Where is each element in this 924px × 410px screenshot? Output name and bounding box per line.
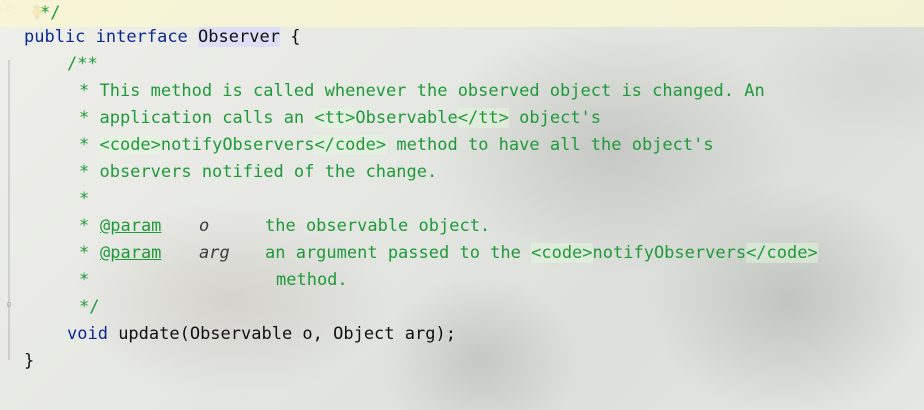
html-tag-code-close: </code>: [314, 135, 387, 155]
doc-text: notifyObservers: [160, 135, 315, 155]
code-line: * @param o the observable object.: [0, 213, 924, 240]
doc-text: * application calls an: [79, 108, 315, 128]
code-line: * application calls an <tt>Observable</t…: [0, 105, 924, 132]
html-tag-tt-open: <tt>: [314, 108, 356, 128]
code-line: * @param arg an argument passed to the <…: [0, 240, 924, 267]
doc-open: /**: [67, 54, 98, 74]
doc-star: *: [79, 270, 90, 290]
code-line: */: [0, 294, 924, 321]
code-line: * <code>notifyObservers</code> method to…: [0, 132, 924, 159]
code-line: public interface Observer {: [0, 24, 924, 51]
doc-star: *: [79, 216, 100, 236]
code-line: * This method is called whenever the obs…: [0, 78, 924, 105]
code-line: */: [0, 0, 924, 27]
doc-text: notifyObservers: [592, 243, 747, 263]
doc-text: an argument passed to the: [265, 243, 532, 263]
doc-line-1: * This method is called whenever the obs…: [79, 81, 765, 101]
doc-line-4: * observers notified of the change.: [79, 162, 438, 182]
doc-text: object's: [508, 108, 602, 128]
doc-line-3: * <code>notifyObservers</code> method to…: [79, 132, 714, 159]
html-tag-code-open: <code>: [531, 243, 593, 263]
html-tag-code-open: <code>: [99, 135, 161, 155]
method-declaration: void update(Observable o, Object arg);: [67, 321, 456, 348]
html-tag-code-close: </code>: [746, 243, 818, 263]
method-signature[interactable]: update(Observable o, Object arg);: [108, 324, 456, 344]
doc-close: */: [79, 297, 100, 317]
comment-close: */: [40, 3, 61, 23]
code-line: void update(Observable o, Object arg);: [0, 321, 924, 348]
doc-star: *: [79, 243, 100, 263]
doc-text: Observable: [355, 108, 458, 128]
code-line: /**: [0, 51, 924, 78]
interface-name[interactable]: Observer: [198, 27, 280, 47]
interface-declaration: public interface Observer {: [24, 24, 300, 51]
param-description-continued: method.: [276, 270, 348, 290]
doc-text: *: [79, 135, 100, 155]
keyword-public: public: [24, 27, 86, 47]
doc-line-5: *: [79, 189, 90, 209]
open-brace: {: [290, 27, 301, 47]
keyword-interface: interface: [95, 27, 188, 47]
param-name: o: [199, 216, 210, 236]
code-line: *: [0, 186, 924, 213]
param-tag[interactable]: @param: [100, 213, 161, 240]
param-name: arg: [199, 243, 230, 263]
code-line: }: [0, 348, 924, 375]
doc-text: method to have all the object's: [386, 135, 714, 155]
html-tag-tt-close: </tt>: [457, 108, 509, 128]
doc-line-2: * application calls an <tt>Observable</t…: [79, 105, 601, 132]
close-brace: }: [24, 351, 35, 371]
param-description: the observable object.: [265, 216, 491, 236]
code-line: * method.: [0, 267, 924, 294]
keyword-void: void: [67, 324, 108, 344]
code-line: * observers notified of the change.: [0, 159, 924, 186]
param-tag[interactable]: @param: [100, 240, 161, 267]
param-description: an argument passed to the <code>notifyOb…: [265, 240, 818, 267]
